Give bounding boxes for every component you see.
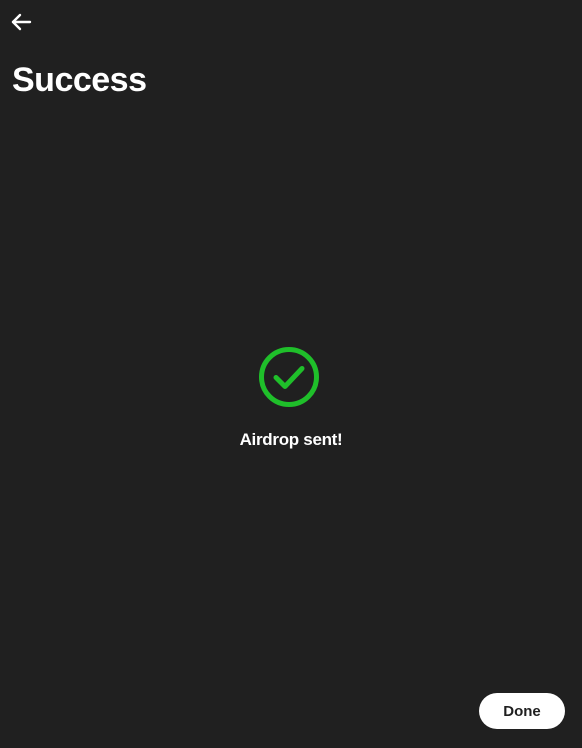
page-title: Success xyxy=(12,61,147,99)
check-circle-icon xyxy=(258,346,320,408)
arrow-left-icon xyxy=(11,13,32,31)
status-message: Airdrop sent! xyxy=(239,430,343,449)
back-button[interactable] xyxy=(6,8,36,36)
success-screen: Success Airdrop sent! Done xyxy=(0,0,582,748)
done-button[interactable]: Done xyxy=(479,693,565,729)
